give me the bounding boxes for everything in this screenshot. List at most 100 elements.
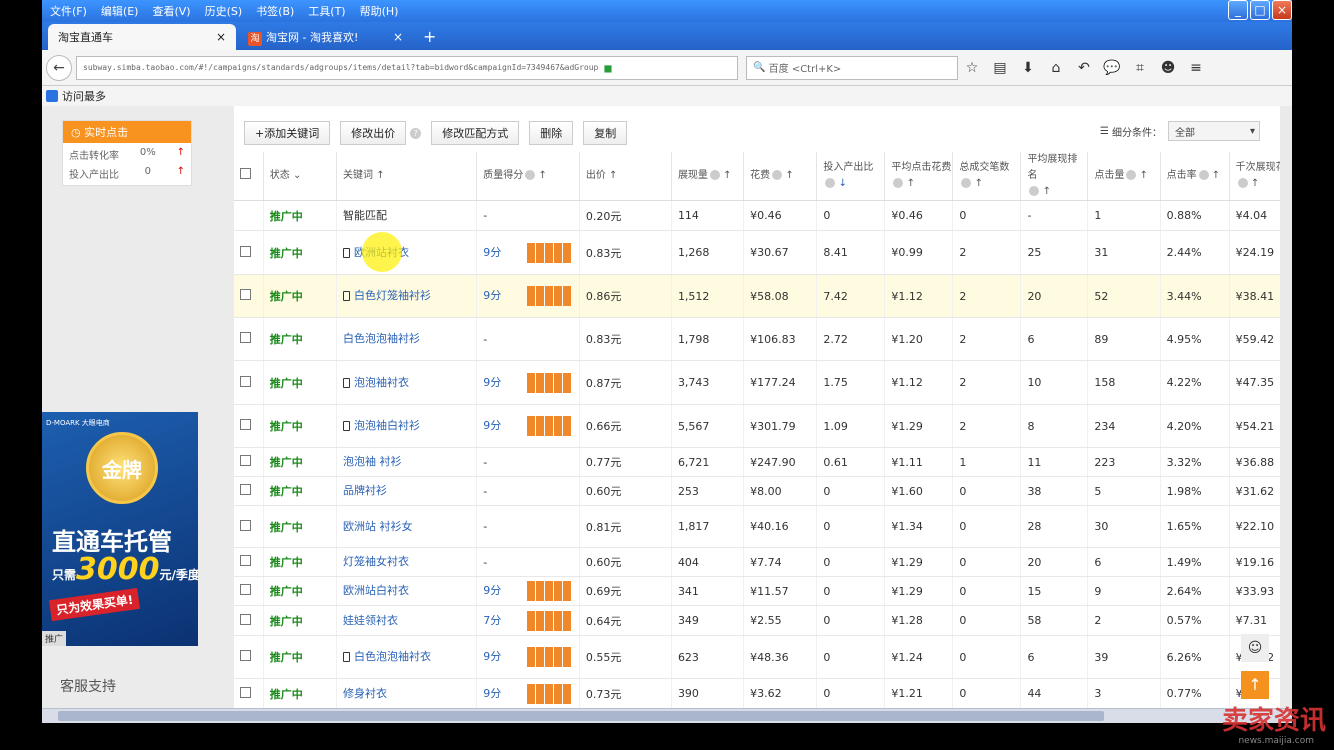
cell-bid[interactable]: 0.66元	[579, 404, 672, 448]
menu-item[interactable]: 工具(T)	[308, 3, 345, 19]
vertical-scrollbar[interactable]	[1280, 106, 1292, 708]
menu-item[interactable]: 书签(B)	[256, 3, 294, 19]
cell-kw[interactable]: 修身衬衣	[336, 678, 478, 708]
status-label[interactable]: 推广中	[270, 556, 303, 569]
col-keyword[interactable]: 关键词 ↑	[336, 152, 478, 201]
back-button[interactable]: ←	[46, 54, 72, 81]
delete-button[interactable]: 删除	[529, 121, 574, 145]
status-label[interactable]: 推广中	[270, 377, 303, 390]
row-select[interactable]	[234, 476, 264, 506]
cell-bid[interactable]: 0.83元	[579, 317, 672, 361]
row-checkbox[interactable]	[240, 650, 251, 661]
cell-kw[interactable]: 智能匹配	[336, 200, 478, 231]
table-row[interactable]: 推广中 欧洲站 衬衫女 - 0.81元 1,817 ¥40.16 0 ¥1.34 0 28 30 1.…	[234, 505, 1280, 548]
row-select[interactable]	[234, 360, 264, 405]
smiley-icon[interactable]: ☻	[1154, 60, 1182, 76]
table-row[interactable]: 推广中 泡泡袖白衬衫 9分 0.66元 5,567 ¥301.79 1.09 ¥1.29 2 8 2…	[234, 404, 1280, 448]
cell-kw[interactable]: 泡泡袖衬衣	[336, 360, 478, 405]
modify-bid-button[interactable]: 修改出价	[340, 121, 407, 145]
col-cost[interactable]: 花费 ↑	[743, 152, 818, 201]
cell-kw[interactable]: 灯笼袖女衬衣	[336, 547, 478, 577]
status-label[interactable]: 推广中	[270, 210, 303, 223]
status-label[interactable]: 推广中	[270, 585, 303, 598]
undo-icon[interactable]: ↶	[1070, 60, 1098, 76]
keyword-text[interactable]: 灯笼袖女衬衣	[343, 555, 409, 568]
col-roi[interactable]: 投入产出比 ↓	[816, 152, 886, 201]
menu-icon[interactable]: ≡	[1182, 60, 1210, 76]
horizontal-scrollbar[interactable]	[42, 708, 1292, 723]
row-checkbox[interactable]	[240, 332, 251, 343]
ad-banner[interactable]: D-MOARK 大眼电商 金牌 直通车托管 只需3000元/季度 只为效果买单!…	[42, 412, 198, 646]
cell-kw[interactable]: 欧洲站 衬衫女	[336, 505, 478, 548]
menu-item[interactable]: 文件(F)	[50, 3, 87, 19]
home-icon[interactable]: ⌂	[1042, 60, 1070, 76]
realtime-click-button[interactable]: ◷ 实时点击	[63, 121, 191, 143]
bookmarks-icon[interactable]: ▤	[986, 60, 1014, 76]
row-checkbox[interactable]	[240, 686, 251, 698]
keyword-text[interactable]: 欧洲站 衬衫女	[343, 520, 413, 533]
help-icon[interactable]: ?	[410, 127, 422, 139]
scroll-thumb[interactable]	[58, 711, 1104, 721]
row-select[interactable]	[234, 200, 264, 231]
cell-kw[interactable]: 品牌衬衫	[336, 476, 478, 506]
cell-bid[interactable]: 0.83元	[579, 230, 672, 275]
row-select[interactable]	[234, 576, 264, 606]
row-select[interactable]	[234, 678, 264, 708]
cell-bid[interactable]: 0.77元	[579, 447, 672, 477]
status-label[interactable]: 推广中	[270, 485, 303, 498]
keyword-text[interactable]: 娃娃领衬衣	[343, 614, 398, 627]
back-to-top-button[interactable]: ↑	[1241, 671, 1269, 699]
cell-kw[interactable]: 白色泡泡袖衬衫	[336, 317, 478, 361]
col-status[interactable]: 状态 ⌄	[263, 152, 338, 201]
table-row[interactable]: 推广中 品牌衬衫 - 0.60元 253 ¥8.00 0 ¥1.60 0 38 5 1.98% ¥31.…	[234, 476, 1280, 506]
cell-bid[interactable]: 0.55元	[579, 635, 672, 679]
col-bid[interactable]: 出价 ↑	[579, 152, 672, 201]
select-all[interactable]	[234, 152, 264, 201]
minimize-button[interactable]: _	[1228, 0, 1248, 20]
col-cpc[interactable]: 平均点击花费 ↑	[884, 152, 954, 201]
keyword-text[interactable]: 智能匹配	[343, 209, 387, 222]
col-orders[interactable]: 总成交笔数 ↑	[952, 152, 1022, 201]
table-row[interactable]: 推广中 白色泡泡袖衬衫 - 0.83元 1,798 ¥106.83 2.72 ¥1.20 2 6 8…	[234, 317, 1280, 361]
bookmark-star-icon[interactable]: ☆	[958, 60, 986, 76]
tab-close-icon[interactable]: ×	[393, 30, 403, 44]
status-label[interactable]: 推广中	[270, 615, 303, 628]
row-select[interactable]	[234, 447, 264, 477]
cell-kw[interactable]: 欧洲站白衬衣	[336, 576, 478, 606]
cell-bid[interactable]: 0.20元	[579, 200, 672, 231]
status-label[interactable]: 推广中	[270, 247, 303, 260]
row-checkbox[interactable]	[240, 419, 251, 430]
cell-bid[interactable]: 0.69元	[579, 576, 672, 606]
cell-bid[interactable]: 0.60元	[579, 476, 672, 506]
keyword-text[interactable]: 欧洲站白衬衣	[343, 584, 409, 597]
col-clicks[interactable]: 点击量 ↑	[1087, 152, 1161, 201]
add-keyword-button[interactable]: +添加关键词	[244, 121, 331, 145]
table-row[interactable]: 推广中 灯笼袖女衬衣 - 0.60元 404 ¥7.74 0 ¥1.29 0 20 6 1.49% ¥1…	[234, 547, 1280, 577]
cell-kw[interactable]: 泡泡袖 衬衫	[336, 447, 478, 477]
download-icon[interactable]: ⬇	[1014, 60, 1042, 76]
keyword-text[interactable]: 泡泡袖衬衣	[354, 376, 409, 389]
cell-bid[interactable]: 0.60元	[579, 547, 672, 577]
modify-match-button[interactable]: 修改匹配方式	[431, 121, 520, 145]
cell-kw[interactable]: 欧洲站衬衣	[336, 230, 478, 275]
cell-bid[interactable]: 0.73元	[579, 678, 672, 708]
cell-bid[interactable]: 0.87元	[579, 360, 672, 405]
keyword-text[interactable]: 白色灯笼袖衬衫	[354, 289, 431, 302]
tab-taobao[interactable]: 淘淘宝网 - 淘我喜欢! ×	[238, 24, 413, 50]
cell-bid[interactable]: 0.64元	[579, 605, 672, 636]
col-quality[interactable]: 质量得分 ↑	[476, 152, 580, 201]
table-row[interactable]: 推广中修身衬衣9分0.73元390¥3.620¥1.2104430.77%¥9.…	[234, 678, 1280, 708]
menu-item[interactable]: 帮助(H)	[360, 3, 399, 19]
tab-simba[interactable]: 淘宝直通车 ×	[48, 24, 236, 50]
menu-item[interactable]: 编辑(E)	[101, 3, 139, 19]
col-rank[interactable]: 平均展现排名 ↑	[1020, 152, 1089, 201]
row-checkbox[interactable]	[240, 555, 251, 566]
cell-kw[interactable]: 泡泡袖白衬衫	[336, 404, 478, 448]
keyword-text[interactable]: 白色泡泡袖衬衣	[354, 650, 431, 663]
col-ctr[interactable]: 点击率 ↑	[1160, 152, 1230, 201]
row-select[interactable]	[234, 230, 264, 275]
row-select[interactable]	[234, 274, 264, 318]
new-tab-button[interactable]: +	[415, 24, 444, 50]
row-select[interactable]	[234, 547, 264, 577]
customer-service-icon[interactable]: ☺	[1241, 634, 1269, 662]
